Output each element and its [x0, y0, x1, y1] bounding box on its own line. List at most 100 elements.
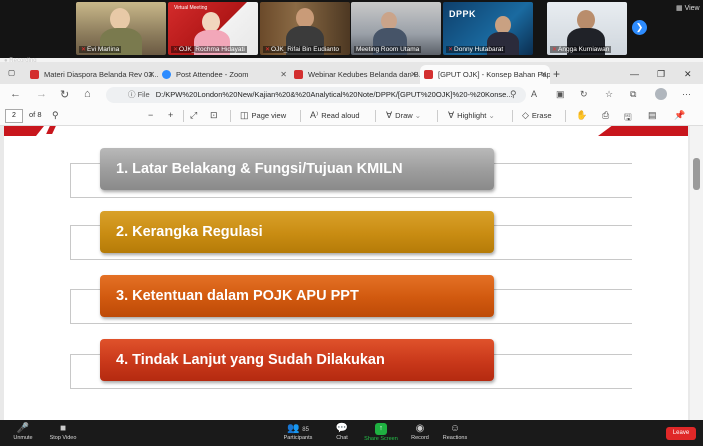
reactions-button[interactable]: ☺ Reactions [440, 423, 470, 441]
zoom-in-icon[interactable]: + [168, 110, 176, 120]
virtual-meeting-label: Virtual Meeting [174, 5, 208, 11]
mic-muted-icon: ✕ [448, 47, 454, 53]
fit-page-icon[interactable]: ⤢ [190, 110, 200, 121]
back-icon[interactable]: ← [10, 88, 21, 100]
unmute-button[interactable]: 🎤 Unmute [8, 423, 38, 441]
erase-button[interactable]: ◇ Erase [522, 110, 552, 121]
participant-face [110, 8, 130, 30]
close-window-icon[interactable]: ✕ [684, 69, 692, 80]
touch-write-icon[interactable]: ✋ [576, 110, 590, 121]
draw-button[interactable]: ∀ Draw ⌄ [386, 110, 421, 121]
favorites-icon[interactable]: ☆ [605, 89, 613, 100]
file-info-icon: ⓘ File [128, 90, 150, 99]
participant-tile[interactable]: Meeting Room Utama [351, 2, 441, 55]
minimize-icon[interactable]: — [630, 69, 639, 79]
rotate-icon[interactable]: ⊡ [210, 110, 221, 121]
extensions-icon[interactable]: ▣ [556, 89, 565, 100]
divider [565, 110, 566, 122]
divider [437, 110, 438, 122]
record-icon: ◉ [415, 423, 425, 434]
close-tab-icon[interactable]: ✕ [410, 65, 417, 84]
url-field[interactable]: ⓘ File D:/KPW%20London%20New/Kajian%20&%2… [106, 87, 526, 103]
pdf-search-icon[interactable]: ⚲ [52, 110, 62, 121]
mic-muted-icon: 🎤 [16, 423, 30, 434]
divider [512, 110, 513, 122]
vertical-scrollbar[interactable] [690, 126, 703, 420]
reactions-icon: ☺ [449, 423, 461, 434]
close-tab-icon[interactable]: ✕ [280, 65, 287, 84]
pin-toolbar-icon[interactable]: 📌 [674, 110, 688, 121]
participants-button[interactable]: 👥 85 Participants [281, 423, 315, 441]
zoom-out-icon[interactable]: − [148, 110, 156, 120]
participant-name: ✕OJK_Rifai Bin Eudianto [263, 46, 341, 53]
stop-video-button[interactable]: ■ Stop Video [46, 423, 80, 441]
dppk-label: DPPK [449, 9, 477, 19]
close-tab-icon[interactable]: ✕ [540, 65, 547, 84]
participant-tile[interactable]: ✕OJK_Rifai Bin Eudianto [260, 2, 350, 55]
agenda-item-2: 2. Kerangka Regulasi [100, 211, 494, 253]
zoom-icon [162, 70, 171, 79]
pdf-page: 1. Latar Belakang & Fungsi/Tujuan KMILN … [4, 126, 688, 420]
save-as-icon[interactable]: ▤ [648, 110, 660, 121]
share-screen-button[interactable]: ↑ Share Screen [362, 423, 400, 442]
home-icon[interactable]: ⌂ [84, 88, 91, 100]
read-aloud-button[interactable]: A⁾ Read aloud [310, 110, 360, 121]
participant-tile[interactable]: DPPK ✕Donny Hutabarat [443, 2, 533, 55]
maximize-icon[interactable]: ❐ [657, 69, 665, 80]
record-button[interactable]: ◉ Record [408, 423, 432, 441]
participant-name: Meeting Room Utama [354, 46, 422, 53]
refresh-icon[interactable]: ↻ [60, 88, 69, 101]
pdf-icon [424, 70, 433, 79]
print-icon[interactable]: ⎙ [602, 110, 612, 121]
profile-avatar[interactable] [655, 88, 667, 100]
mic-muted-icon: ✕ [81, 47, 87, 53]
divider [375, 110, 376, 122]
refresh-page-icon[interactable]: ↻ [580, 89, 588, 100]
divider [300, 110, 301, 122]
participant-name: ✕Angga Kurniawan [550, 46, 612, 53]
participant-face [296, 8, 314, 28]
pdf-icon [294, 70, 303, 79]
browser-window: ● Recording ▢ Materi Diaspora Belanda Re… [0, 58, 703, 420]
forward-icon[interactable]: → [36, 88, 47, 100]
divider [183, 110, 184, 122]
participant-face [577, 10, 595, 30]
pdf-toolbar: 2 of 8 ⚲ − + ⤢ ⊡ ◫ Page view A⁾ Read aloud… [0, 106, 703, 126]
view-button[interactable]: ▦ View [676, 4, 700, 12]
mic-muted-icon: ✕ [173, 47, 179, 53]
participant-tile[interactable]: Virtual Meeting ✕OJK_Rochma Hidayati [168, 2, 258, 55]
zoom-search-icon[interactable]: ⚲ [510, 89, 517, 100]
agenda-item-1: 1. Latar Belakang & Fungsi/Tujuan KMILN [100, 148, 494, 190]
tab-strip: ▢ Materi Diaspora Belanda Rev 03... ✕ Pos… [0, 62, 703, 84]
tab-gput-ojk[interactable]: [GPUT OJK] - Konsep Bahan Pap... ✕ [420, 65, 550, 84]
zoom-window: ✕Evi Marlina Virtual Meeting ✕OJK_Rochma… [0, 0, 703, 446]
gallery-next-icon[interactable]: ❯ [632, 20, 647, 35]
new-tab-icon[interactable]: + [553, 67, 560, 81]
participant-tile[interactable]: ✕Angga Kurniawan [547, 2, 627, 55]
share-screen-icon: ↑ [375, 423, 387, 435]
divider [230, 110, 231, 122]
tab-post-attendee[interactable]: Post Attendee - Zoom ✕ [158, 65, 290, 84]
mic-muted-icon: ✕ [552, 47, 558, 53]
chat-button[interactable]: 💬 Chat [330, 423, 354, 441]
chat-icon: 💬 [335, 423, 349, 434]
video-icon: ■ [59, 423, 67, 434]
highlight-button[interactable]: ∀ Highlight ⌄ [448, 110, 495, 121]
page-number-input[interactable]: 2 [5, 109, 23, 123]
leave-button[interactable]: Leave [666, 427, 696, 440]
tab-webinar-kedubes[interactable]: Webinar Kedubes Belanda dan B... ✕ [290, 65, 420, 84]
tab-actions-icon[interactable]: ▢ [8, 68, 15, 77]
page-view-button[interactable]: ◫ Page view [240, 110, 286, 121]
participant-name: ✕Donny Hutabarat [446, 46, 506, 53]
participant-gallery: ✕Evi Marlina Virtual Meeting ✕OJK_Rochma… [0, 0, 703, 58]
mic-muted-icon: ✕ [265, 47, 271, 53]
tab-materi-diaspora[interactable]: Materi Diaspora Belanda Rev 03... ✕ [26, 65, 158, 84]
save-icon[interactable]: 🖫 [624, 110, 635, 126]
read-aloud-icon[interactable]: A [531, 89, 537, 99]
collections-icon[interactable]: ⧉ [630, 89, 636, 100]
scrollbar-thumb[interactable] [693, 158, 700, 190]
participant-name: ✕OJK_Rochma Hidayati [171, 46, 247, 53]
close-tab-icon[interactable]: ✕ [148, 65, 155, 84]
more-menu-icon[interactable]: ⋯ [682, 89, 691, 100]
participant-tile[interactable]: ✕Evi Marlina [76, 2, 166, 55]
